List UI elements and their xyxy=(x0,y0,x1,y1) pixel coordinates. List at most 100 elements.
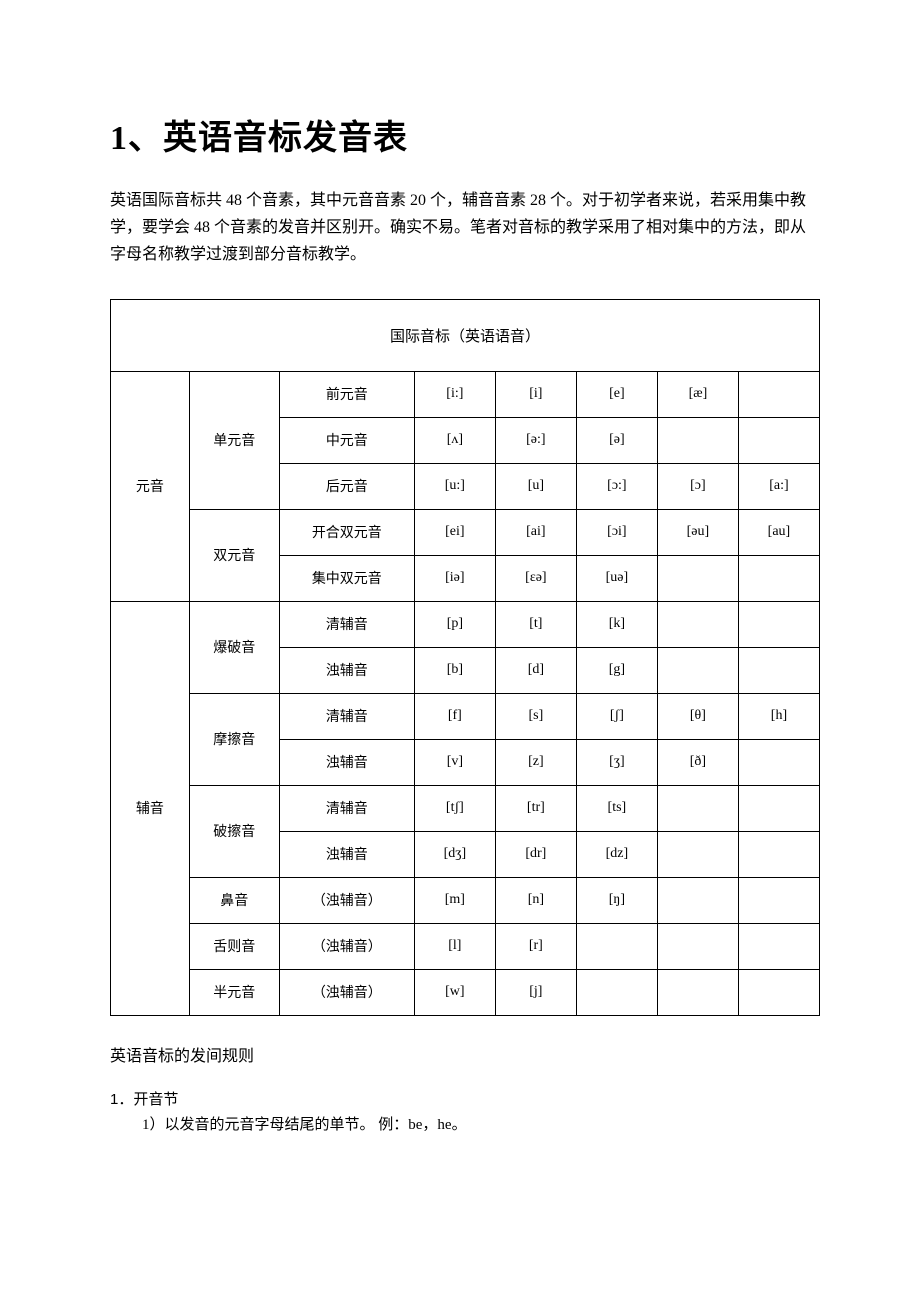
cell: [dz] xyxy=(576,831,657,877)
row-label: 中元音 xyxy=(279,417,414,463)
rule-item-1-sub: 1）以发音的元音字母结尾的单节。 例：be，he。 xyxy=(110,1113,820,1134)
cell xyxy=(657,601,738,647)
cell: [n] xyxy=(495,877,576,923)
cell: [θ] xyxy=(657,693,738,739)
cell: [w] xyxy=(414,969,495,1015)
cell: [ʌ] xyxy=(414,417,495,463)
cell: [r] xyxy=(495,923,576,969)
cell: [ə:] xyxy=(495,417,576,463)
cell xyxy=(738,923,819,969)
cell: [v] xyxy=(414,739,495,785)
row-label: （浊辅音） xyxy=(279,877,414,923)
cell xyxy=(738,785,819,831)
cell: [ŋ] xyxy=(576,877,657,923)
cell xyxy=(657,923,738,969)
group-vowel: 元音 xyxy=(111,371,190,601)
cell: [i] xyxy=(495,371,576,417)
cell: [au] xyxy=(738,509,819,555)
cell: [ei] xyxy=(414,509,495,555)
cell: [ʃ] xyxy=(576,693,657,739)
cell: [j] xyxy=(495,969,576,1015)
group-consonant: 辅音 xyxy=(111,601,190,1015)
cell xyxy=(738,555,819,601)
row-label: 集中双元音 xyxy=(279,555,414,601)
cell: [k] xyxy=(576,601,657,647)
cell: [ai] xyxy=(495,509,576,555)
subgroup-monophthong: 单元音 xyxy=(189,371,279,509)
row-label: 浊辅音 xyxy=(279,647,414,693)
cell: [ɔ:] xyxy=(576,463,657,509)
rules-heading: 英语音标的发间规则 xyxy=(110,1042,820,1066)
cell: [ɔ] xyxy=(657,463,738,509)
page-title: 1、英语音标发音表 xyxy=(110,110,820,159)
cell: [b] xyxy=(414,647,495,693)
cell: [uə] xyxy=(576,555,657,601)
cell: [ð] xyxy=(657,739,738,785)
cell xyxy=(738,417,819,463)
row-label: 清辅音 xyxy=(279,785,414,831)
cell: [dr] xyxy=(495,831,576,877)
cell: [æ] xyxy=(657,371,738,417)
cell: [əu] xyxy=(657,509,738,555)
cell xyxy=(657,417,738,463)
row-label: 清辅音 xyxy=(279,601,414,647)
cell: [f] xyxy=(414,693,495,739)
cell xyxy=(657,831,738,877)
cell: [ts] xyxy=(576,785,657,831)
cell: [t] xyxy=(495,601,576,647)
cell: [ʒ] xyxy=(576,739,657,785)
cell: [m] xyxy=(414,877,495,923)
cell: [p] xyxy=(414,601,495,647)
cell: [s] xyxy=(495,693,576,739)
subgroup-semivowel: 半元音 xyxy=(189,969,279,1015)
cell: [u] xyxy=(495,463,576,509)
row-label: （浊辅音） xyxy=(279,969,414,1015)
cell xyxy=(738,831,819,877)
cell xyxy=(738,739,819,785)
subgroup-lateral: 舌则音 xyxy=(189,923,279,969)
row-label: （浊辅音） xyxy=(279,923,414,969)
cell xyxy=(657,785,738,831)
cell: [tr] xyxy=(495,785,576,831)
rule-item-1: 1．开音节 xyxy=(110,1088,820,1109)
row-label: 前元音 xyxy=(279,371,414,417)
cell: [ɔi] xyxy=(576,509,657,555)
cell xyxy=(657,555,738,601)
intro-paragraph: 英语国际音标共 48 个音素，其中元音音素 20 个，辅音音素 28 个。对于初… xyxy=(110,187,820,269)
cell xyxy=(657,647,738,693)
cell: [z] xyxy=(495,739,576,785)
cell xyxy=(738,969,819,1015)
cell: [ɛə] xyxy=(495,555,576,601)
subgroup-plosive: 爆破音 xyxy=(189,601,279,693)
row-label: 浊辅音 xyxy=(279,739,414,785)
row-label: 清辅音 xyxy=(279,693,414,739)
cell: [dʒ] xyxy=(414,831,495,877)
subgroup-affricate: 破擦音 xyxy=(189,785,279,877)
cell xyxy=(576,969,657,1015)
subgroup-fricative: 摩擦音 xyxy=(189,693,279,785)
cell: [h] xyxy=(738,693,819,739)
cell: [u:] xyxy=(414,463,495,509)
cell xyxy=(738,647,819,693)
cell xyxy=(738,371,819,417)
ipa-table: 国际音标（英语语音） 元音 单元音 前元音 [i:] [i] [e] [æ] 中… xyxy=(110,299,820,1016)
table-caption: 国际音标（英语语音） xyxy=(111,299,820,371)
cell xyxy=(738,877,819,923)
cell: [e] xyxy=(576,371,657,417)
cell: [i:] xyxy=(414,371,495,417)
row-label: 后元音 xyxy=(279,463,414,509)
cell: [l] xyxy=(414,923,495,969)
cell: [tʃ] xyxy=(414,785,495,831)
cell xyxy=(657,969,738,1015)
row-label: 浊辅音 xyxy=(279,831,414,877)
cell: [a:] xyxy=(738,463,819,509)
cell: [d] xyxy=(495,647,576,693)
subgroup-diphthong: 双元音 xyxy=(189,509,279,601)
cell xyxy=(657,877,738,923)
cell: [iə] xyxy=(414,555,495,601)
cell xyxy=(576,923,657,969)
subgroup-nasal: 鼻音 xyxy=(189,877,279,923)
cell: [ə] xyxy=(576,417,657,463)
row-label: 开合双元音 xyxy=(279,509,414,555)
cell: [g] xyxy=(576,647,657,693)
